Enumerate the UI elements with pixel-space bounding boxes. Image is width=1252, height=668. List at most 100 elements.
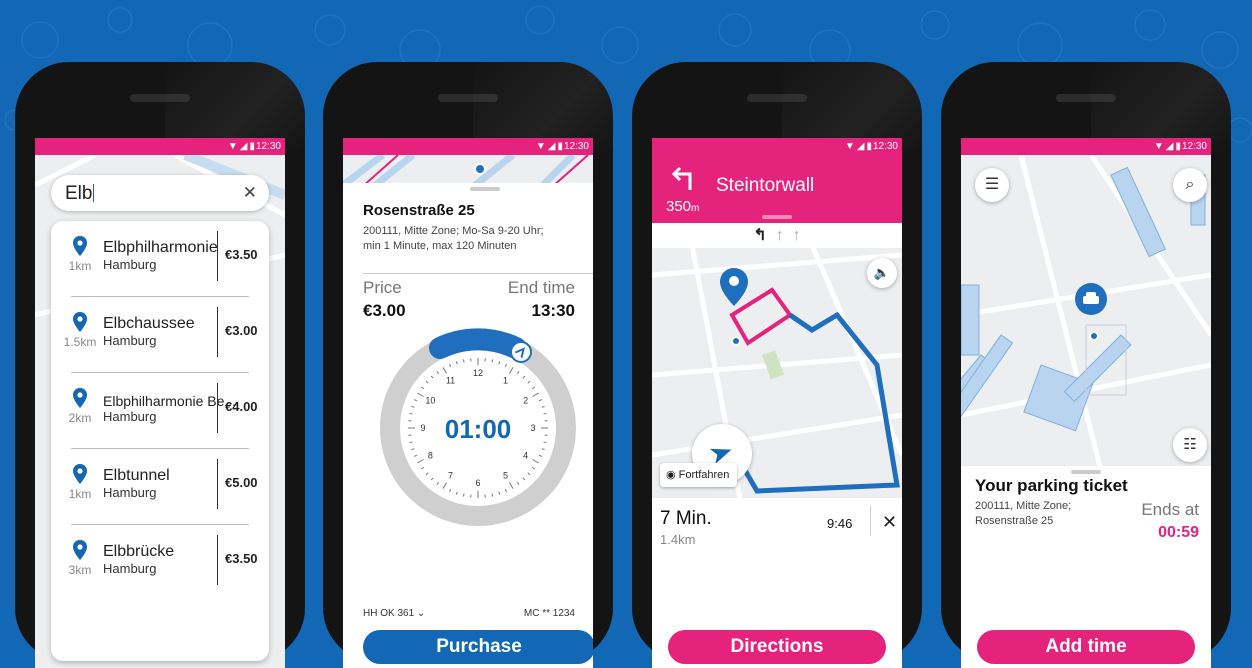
trip-summary: 7 Min. 1.4km 9:46 ✕ Directions bbox=[652, 498, 902, 668]
payment-card[interactable]: MC ** 1234 bbox=[524, 608, 575, 619]
result-city: Hamburg bbox=[103, 485, 156, 500]
plate-number: HH OK 361 bbox=[363, 608, 414, 619]
plate-selector[interactable]: HH OK 361 ⌄ bbox=[363, 608, 425, 619]
lane-guidance: ↰ ↑ ↑ bbox=[652, 223, 902, 248]
dial-tick bbox=[411, 406, 414, 407]
location-title: Rosenstraße 25 bbox=[363, 202, 475, 219]
dial-tick bbox=[505, 489, 506, 492]
dial-number: 5 bbox=[503, 471, 508, 481]
result-distance: 1.5km bbox=[61, 335, 99, 349]
drag-handle[interactable] bbox=[1071, 470, 1101, 474]
menu-icon[interactable]: ☰ bbox=[975, 168, 1009, 202]
dial-tick bbox=[437, 371, 439, 373]
dial-tick bbox=[492, 360, 493, 363]
dial-tick bbox=[528, 473, 530, 475]
list-item[interactable]: 3km Elbbrücke Hamburg €3.50 bbox=[51, 525, 269, 601]
location-pin-icon bbox=[73, 312, 87, 332]
signal-icon: ◢ bbox=[1166, 141, 1174, 152]
turn-distance: 350m bbox=[666, 198, 699, 215]
status-bar: ▼◢▮ 12:30 bbox=[652, 138, 902, 155]
result-name: Elbphilharmonie bbox=[103, 239, 218, 257]
dial-tick bbox=[510, 483, 514, 489]
clear-icon[interactable]: ✕ bbox=[243, 183, 257, 203]
dial-tick bbox=[421, 467, 423, 469]
location-pin-icon bbox=[73, 464, 87, 484]
dial-tick bbox=[463, 360, 464, 363]
status-bar: ▼◢▮ 12:30 bbox=[35, 138, 285, 155]
directions-button[interactable]: Directions bbox=[668, 630, 886, 664]
dial-tick bbox=[456, 492, 457, 495]
battery-icon: ▮ bbox=[249, 141, 255, 152]
add-time-button[interactable]: Add time bbox=[977, 630, 1195, 664]
wifi-icon: ▼ bbox=[536, 141, 546, 152]
dial-tick bbox=[517, 371, 519, 373]
battery-icon: ▮ bbox=[866, 141, 872, 152]
dial-tick bbox=[532, 387, 534, 389]
navigation-header: 350m Steintorwall bbox=[652, 155, 902, 223]
duration-dial[interactable]: 121234567891011 01:00 bbox=[378, 328, 578, 528]
dial-tick bbox=[411, 449, 414, 450]
divider bbox=[870, 506, 871, 536]
dial-tick bbox=[417, 460, 423, 464]
duration-value: 01:00 bbox=[445, 414, 512, 444]
result-price: €3.00 bbox=[225, 323, 258, 338]
result-name: Elbbrücke bbox=[103, 543, 174, 561]
dial-tick bbox=[533, 460, 539, 464]
dial-number: 9 bbox=[420, 423, 425, 433]
navigation-screen: ▼◢▮ 12:30 350m Steintorwall ↰ ↑ ↑ 🔈 ◉ Fo… bbox=[652, 138, 902, 668]
ends-value: 00:59 bbox=[1158, 524, 1199, 542]
dial-number: 11 bbox=[446, 375, 455, 385]
turn-left-icon bbox=[668, 164, 696, 192]
wifi-icon: ▼ bbox=[845, 141, 855, 152]
drag-handle[interactable] bbox=[762, 215, 792, 219]
list-item[interactable]: 1km Elbphilharmonie Hamburg €3.50 bbox=[51, 221, 269, 297]
result-city: Hamburg bbox=[103, 409, 156, 424]
close-icon[interactable]: ✕ bbox=[882, 512, 897, 533]
street-name: Steintorwall bbox=[716, 175, 814, 197]
resume-button[interactable]: ◉ Fortfahren bbox=[660, 463, 737, 487]
dial-tick bbox=[431, 376, 433, 378]
dial-tick bbox=[544, 413, 547, 414]
dial-tick bbox=[421, 387, 423, 389]
divider bbox=[217, 383, 218, 433]
search-icon[interactable]: ⌕ bbox=[1173, 168, 1207, 202]
dial-tick bbox=[437, 482, 439, 484]
search-input[interactable]: Elb ✕ bbox=[51, 175, 269, 211]
result-distance: 1km bbox=[61, 487, 99, 501]
location-description: 200111, Mitte Zone; Mo-Sa 9-20 Uhr; min … bbox=[363, 224, 563, 254]
list-item[interactable]: 2km Elbphilharmonie Be... Hamburg €4.00 bbox=[51, 373, 269, 449]
price-value: €3.00 bbox=[363, 301, 406, 321]
dial-tick bbox=[499, 492, 500, 495]
divider bbox=[217, 307, 218, 357]
phone-search: ▼◢▮ 12:30 Elb ✕ 1km Elbphilharmonie Hamb… bbox=[15, 62, 305, 662]
dial-tick bbox=[417, 393, 423, 397]
dial-tick bbox=[456, 361, 457, 364]
list-item[interactable]: 1.5km Elbchaussee Hamburg €3.00 bbox=[51, 297, 269, 373]
lane-left-icon: ↰ bbox=[753, 227, 766, 244]
signal-icon: ◢ bbox=[548, 141, 556, 152]
dial-tick bbox=[450, 489, 451, 492]
dial-number: 3 bbox=[530, 423, 535, 433]
divider bbox=[217, 535, 218, 585]
dial-tick bbox=[450, 364, 451, 367]
divider bbox=[363, 273, 593, 274]
dial-tick bbox=[528, 381, 530, 383]
list-item[interactable]: 1km Elbtunnel Hamburg €5.00 bbox=[51, 449, 269, 525]
dial-tick bbox=[542, 449, 545, 450]
purchase-button[interactable]: Purchase bbox=[363, 630, 593, 664]
result-distance: 2km bbox=[61, 411, 99, 425]
signal-icon: ◢ bbox=[240, 141, 248, 152]
dial-tick bbox=[517, 482, 519, 484]
status-time: 12:30 bbox=[256, 141, 281, 152]
sound-icon[interactable]: 🔈 bbox=[867, 258, 897, 288]
drag-handle[interactable] bbox=[470, 187, 500, 191]
arrival-time: 9:46 bbox=[827, 516, 852, 531]
locate-icon: ◉ bbox=[666, 469, 676, 481]
phone-navigation: ▼◢▮ 12:30 350m Steintorwall ↰ ↑ ↑ 🔈 ◉ Fo… bbox=[632, 62, 922, 662]
purchase-screen: ▼◢▮ 12:30 Rosenstraße 25 200111, Mitte Z… bbox=[343, 138, 593, 668]
ticket-panel: Your parking ticket 200111, Mitte Zone; … bbox=[961, 466, 1211, 668]
filter-icon[interactable]: ☷ bbox=[1173, 428, 1207, 462]
battery-icon: ▮ bbox=[557, 141, 563, 152]
dial-tick bbox=[443, 367, 447, 373]
result-distance: 1km bbox=[61, 259, 99, 273]
